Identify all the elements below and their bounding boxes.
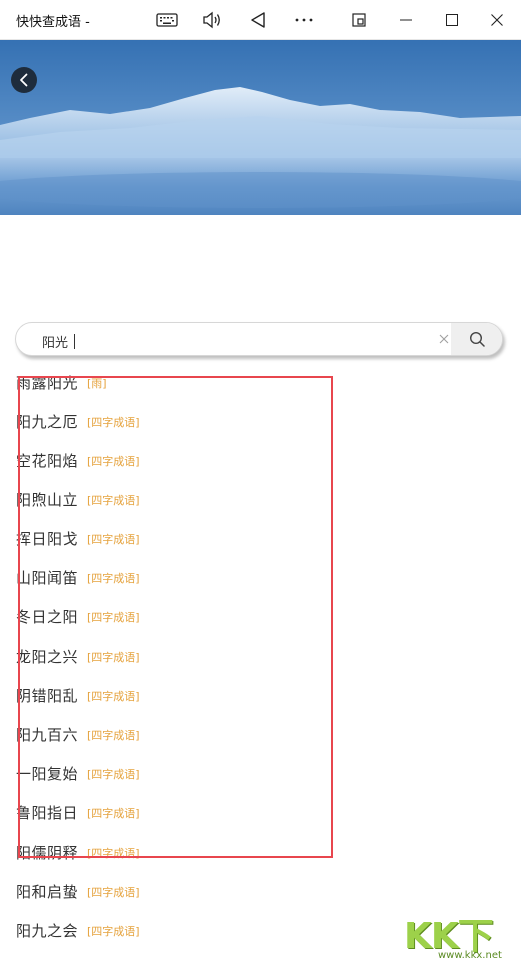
- search-bar: 阳光: [15, 322, 503, 356]
- idiom-tag: [四字成语]: [87, 924, 140, 938]
- keyboard-icon[interactable]: [154, 8, 180, 32]
- text-caret: [74, 334, 76, 349]
- maximize-icon[interactable]: [442, 8, 462, 32]
- mountain-banner: [0, 40, 521, 215]
- list-item[interactable]: 阳和启蛰 [四字成语]: [16, 872, 140, 911]
- watermark-logo: KK下载 www.kkx.net: [398, 904, 520, 964]
- snap-icon[interactable]: [349, 8, 369, 32]
- title-bar: 快快查成语 -: [0, 0, 521, 40]
- search-icon: [469, 331, 485, 347]
- list-item[interactable]: 阳九之会 [四字成语]: [16, 911, 140, 950]
- back-button[interactable]: [11, 67, 37, 93]
- speaker-icon[interactable]: [200, 8, 224, 32]
- watermark-url: www.kkx.net: [438, 950, 502, 961]
- search-button[interactable]: [451, 323, 502, 355]
- back-triangle-icon[interactable]: [246, 8, 270, 32]
- clear-button[interactable]: [436, 331, 452, 347]
- back-arrow-icon: [20, 73, 28, 87]
- search-input[interactable]: 阳光: [42, 332, 76, 351]
- idiom-text: 阳和启蛰: [16, 883, 79, 901]
- highlight-box: [18, 376, 333, 858]
- minimize-icon[interactable]: [396, 8, 416, 32]
- more-icon[interactable]: [292, 8, 316, 32]
- idiom-tag: [四字成语]: [87, 885, 140, 899]
- idiom-text: 阳九之会: [16, 922, 79, 940]
- search-input-value: 阳光: [42, 336, 69, 351]
- clear-icon: [439, 334, 449, 344]
- close-icon[interactable]: [487, 8, 507, 32]
- window-title: 快快查成语 -: [16, 15, 90, 30]
